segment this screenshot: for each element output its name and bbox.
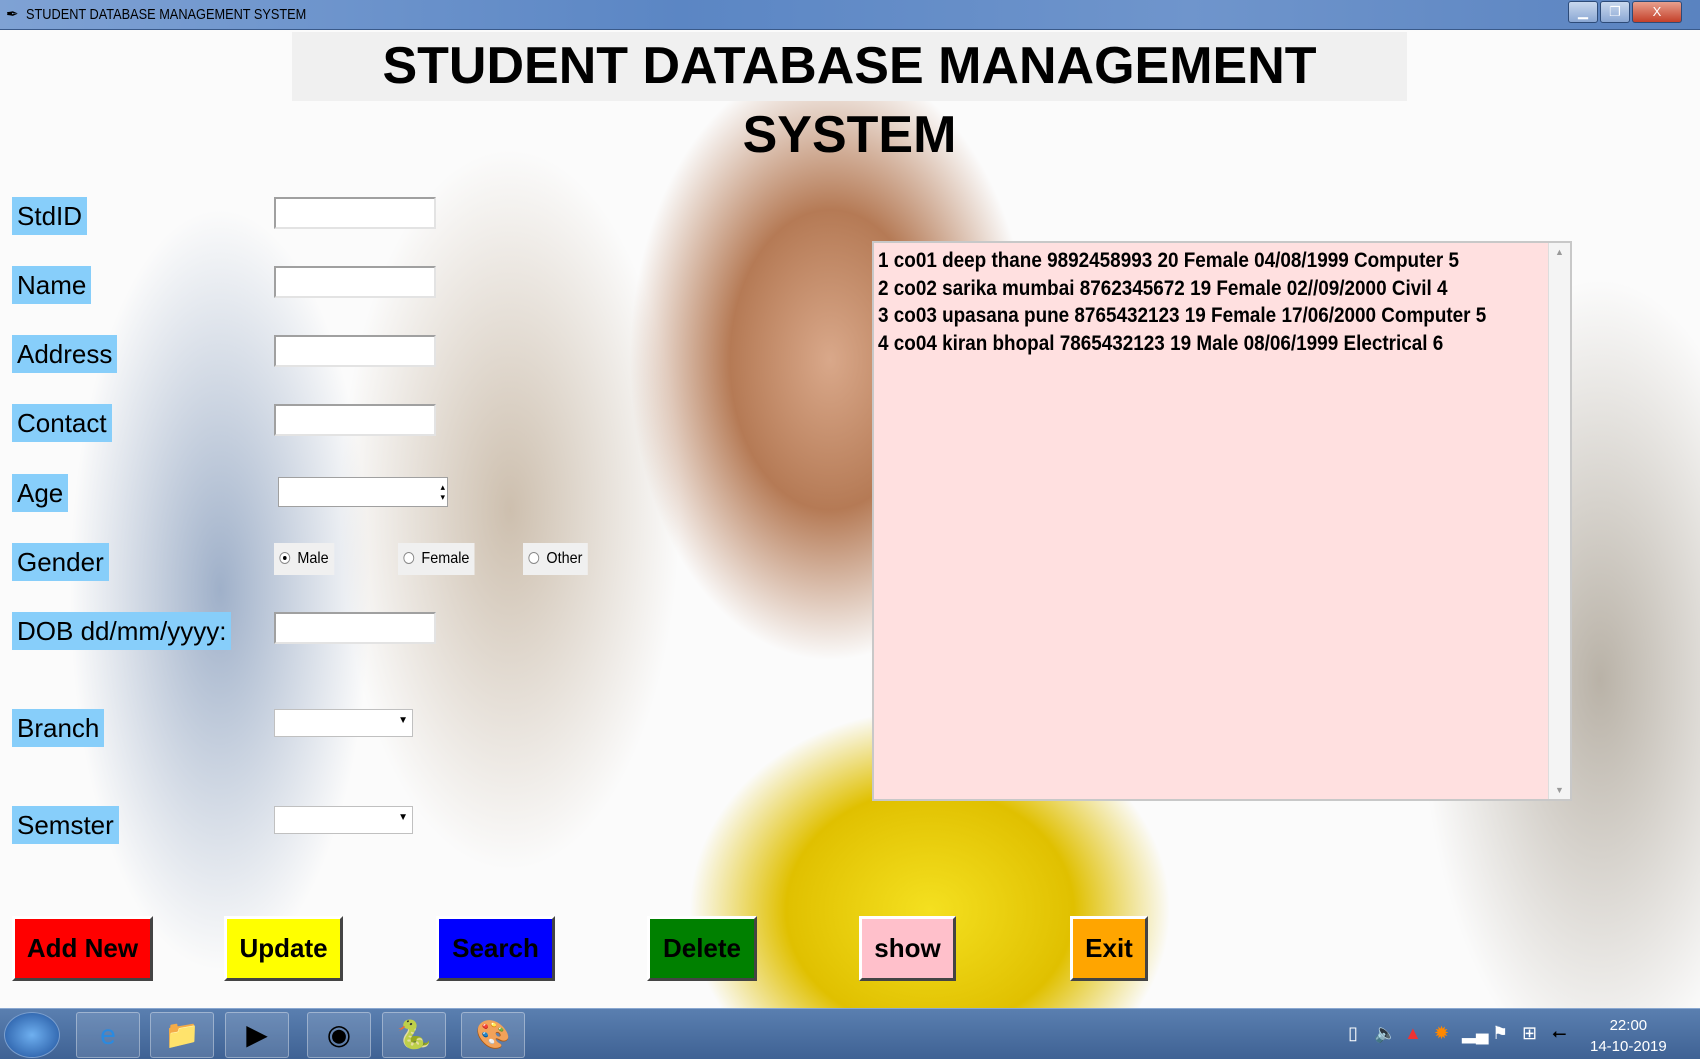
usb-icon[interactable]: ⭠ [1552,1023,1566,1044]
semester-select[interactable]: ▼ [274,806,413,834]
list-item[interactable]: 2 co02 sarika mumbai 8762345672 19 Femal… [878,275,1486,303]
chrome-icon[interactable]: ◉ [307,1012,371,1058]
gender-radio-male[interactable]: Male [274,543,335,575]
scroll-down-icon[interactable]: ▼ [1549,785,1570,795]
list-item[interactable]: 3 co03 upasana pune 8765432123 19 Female… [878,302,1486,330]
scroll-up-icon[interactable]: ▲ [1549,247,1570,257]
search-button[interactable]: Search [436,916,555,981]
address-input[interactable] [274,335,436,367]
exit-button[interactable]: Exit [1070,916,1148,981]
start-button[interactable] [4,1012,60,1058]
age-spinbox[interactable]: ▴ ▾ [278,477,448,507]
internet-explorer-icon[interactable]: e [76,1012,140,1058]
gender-radio-other[interactable]: Other [523,543,588,575]
branch-label: Branch [12,709,105,747]
gender-radio-female[interactable]: Female [398,543,475,575]
radio-selected-icon [279,552,291,564]
title-bar: ✒ STUDENT DATABASE MANAGEMENT SYSTEM ▁ ❐… [0,0,1700,30]
clock-date: 14-10-2019 [1590,1038,1667,1055]
media-player-icon[interactable]: ▶ [225,1012,289,1058]
dob-input[interactable] [274,612,436,644]
records-listbox[interactable]: 1 co01 deep thane 9892458993 20 Female 0… [872,241,1572,801]
flag-icon[interactable]: ⚑ [1492,1023,1508,1044]
list-item[interactable]: 4 co04 kiran bhopal 7865432123 19 Male 0… [878,330,1486,358]
name-input[interactable] [274,266,436,298]
radio-icon [528,552,540,564]
radio-label: Female [421,550,470,567]
stdid-label: StdID [12,197,88,235]
stdid-input[interactable] [274,197,436,229]
update-button[interactable]: Update [224,916,343,981]
page-title: STUDENT DATABASE MANAGEMENT SYSTEM [292,32,1407,164]
name-label: Name [12,266,92,304]
branch-select[interactable]: ▼ [274,709,413,737]
battery-icon[interactable]: ▯ [1348,1023,1358,1044]
restore-button[interactable]: ❐ [1600,1,1630,23]
radio-icon [403,552,415,564]
close-button[interactable]: X [1632,1,1682,23]
network-icon[interactable]: ▂▄ [1462,1023,1489,1044]
add-new-button[interactable]: Add New [12,916,153,981]
chevron-down-icon[interactable]: ▼ [398,812,408,823]
address-label: Address [12,335,118,373]
paint-icon[interactable]: 🎨 [461,1012,525,1058]
file-explorer-icon[interactable]: 📁 [150,1012,214,1058]
spin-arrows-icon[interactable]: ▴ ▾ [440,482,445,502]
delete-button[interactable]: Delete [647,916,757,981]
show-button[interactable]: show [859,916,956,981]
radio-label: Male [297,550,329,567]
contact-label: Contact [12,404,112,442]
gender-label: Gender [12,543,109,581]
clock[interactable]: 22:00 14-10-2019 [1590,1015,1667,1057]
contact-input[interactable] [274,404,436,436]
clock-time: 22:00 [1609,1017,1648,1034]
volume-icon[interactable]: 🔈 [1374,1023,1396,1044]
window-title: STUDENT DATABASE MANAGEMENT SYSTEM [26,6,307,23]
radio-label: Other [546,550,583,567]
list-item[interactable]: 1 co01 deep thane 9892458993 20 Female 0… [878,247,1486,275]
minimize-button[interactable]: ▁ [1568,1,1598,23]
antivirus-icon[interactable]: ✹ [1434,1023,1449,1044]
taskbar: e 📁 ▶ ◉ 🐍 🎨 ▯ 🔈 ▲ ✹ ▂▄ ⚑ ⊞ ⭠ 22:00 14-10-… [0,1008,1700,1059]
app-feather-icon: ✒ [6,6,19,23]
semester-label: Semster [12,806,119,844]
chevron-down-icon[interactable]: ▼ [398,715,408,726]
python-icon[interactable]: 🐍 [382,1012,446,1058]
dob-label: DOB dd/mm/yyyy: [12,612,232,650]
warning-icon[interactable]: ▲ [1404,1023,1422,1044]
vertical-scrollbar[interactable]: ▲ ▼ [1548,243,1570,799]
windows-update-icon[interactable]: ⊞ [1522,1023,1537,1044]
age-label: Age [12,474,69,512]
